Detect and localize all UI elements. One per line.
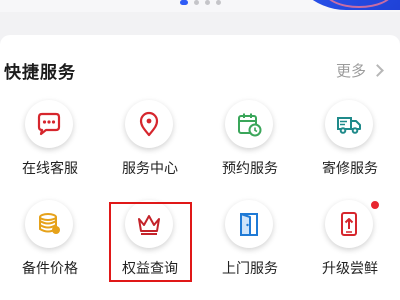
service-icon-circle <box>325 100 373 148</box>
coin-stack-icon <box>39 213 60 234</box>
carousel-dot <box>216 0 221 5</box>
more-label: 更多 <box>335 62 366 80</box>
carousel-dot <box>205 0 210 5</box>
service-label: 在线客服 <box>22 161 78 177</box>
service-label: 服务中心 <box>122 161 178 177</box>
service-icon-circle <box>225 200 273 248</box>
calendar-clock-icon <box>238 113 262 137</box>
service-label: 预约服务 <box>222 161 278 177</box>
selection-highlight-box <box>109 202 192 282</box>
service-icon-circle <box>225 100 273 148</box>
banner-area[interactable] <box>0 0 400 18</box>
more-link[interactable]: 更多 <box>335 60 384 81</box>
service-icon-circle <box>25 100 73 148</box>
section-title: 快捷服务 <box>4 63 76 83</box>
service-icon-circle <box>125 100 173 148</box>
service-icon-circle <box>325 200 373 248</box>
door-icon <box>240 213 258 236</box>
service-label: 升级尝鲜 <box>322 261 378 277</box>
carousel-indicator <box>180 0 221 6</box>
chevron-right-icon <box>371 64 384 77</box>
upgrade-phone-icon <box>341 212 357 236</box>
service-label: 备件价格 <box>22 261 78 277</box>
service-label: 寄修服务 <box>322 161 378 177</box>
service-icon-circle <box>25 200 73 248</box>
chat-bubble-icon <box>37 112 61 136</box>
carousel-dot-active <box>180 0 188 5</box>
carousel-dot <box>194 0 199 5</box>
delivery-truck-icon <box>337 117 361 134</box>
notification-dot <box>370 200 380 210</box>
location-pin-icon <box>139 111 159 137</box>
service-label: 上门服务 <box>222 261 278 277</box>
